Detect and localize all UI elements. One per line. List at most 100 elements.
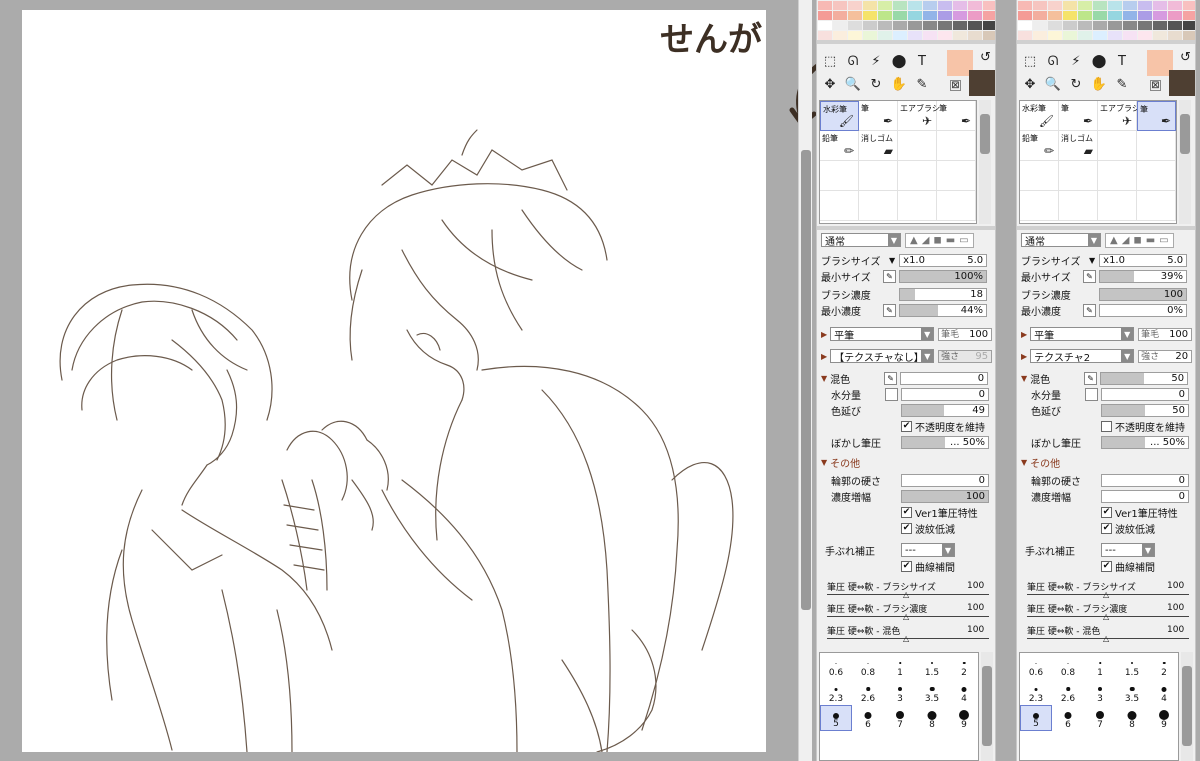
palette-swatch[interactable] <box>1063 21 1077 30</box>
brush-slot-empty[interactable] <box>1137 191 1176 221</box>
brush-size-option[interactable]: 4 <box>1148 679 1178 705</box>
palette-swatch[interactable] <box>1168 21 1182 30</box>
curve-interpolation-checkbox[interactable]: ✔ <box>901 560 912 572</box>
slider-marker-icon[interactable]: △ <box>1103 590 1109 599</box>
brush-density-slider[interactable]: 100 <box>1099 287 1187 301</box>
size-grid-scrollbar[interactable] <box>981 652 993 761</box>
palette-swatch[interactable] <box>1123 21 1137 30</box>
brush-slot-empty[interactable] <box>1020 161 1059 191</box>
pressure-icon[interactable]: ✎ <box>883 303 896 317</box>
brush-slot-pen[interactable]: 筆 ✒ <box>937 101 976 131</box>
palette-swatch[interactable] <box>983 21 995 30</box>
texture-select[interactable]: 【テクスチャなし】 ▼ <box>830 349 935 364</box>
palette-swatch[interactable] <box>1093 1 1107 10</box>
text-tool-icon[interactable]: T <box>1111 50 1133 72</box>
panel-divider[interactable] <box>1017 40 1195 44</box>
collapse-icon[interactable]: ▼ <box>1021 374 1027 383</box>
expand-icon[interactable]: ▶ <box>821 352 827 361</box>
brush-slot-empty[interactable] <box>937 161 976 191</box>
palette-swatch[interactable] <box>818 31 832 40</box>
brush-size-option[interactable]: 2 <box>948 653 978 679</box>
magic-wand-icon[interactable]: ⚡ <box>1065 50 1087 72</box>
slider-marker-icon[interactable]: △ <box>1103 612 1109 621</box>
lasso-icon[interactable]: ᘏ <box>1042 50 1064 72</box>
swap-colors-icon[interactable]: ↺ <box>1180 50 1191 65</box>
palette-swatch[interactable] <box>1048 31 1062 40</box>
brush-slot-empty[interactable] <box>1137 161 1176 191</box>
pressure-icon[interactable]: ✎ <box>1084 371 1098 385</box>
slider-marker-icon[interactable]: △ <box>1103 634 1109 643</box>
palette-swatch[interactable] <box>863 1 877 10</box>
palette-swatch[interactable] <box>1093 31 1107 40</box>
palette-swatch[interactable] <box>968 21 982 30</box>
color-extension-slider[interactable]: 50 <box>1101 403 1189 417</box>
expand-icon[interactable]: ▶ <box>821 330 827 339</box>
min-density-slider[interactable]: 44% <box>899 303 987 317</box>
palette-swatch[interactable] <box>983 1 995 10</box>
pressure-icon[interactable]: ✎ <box>1083 303 1096 317</box>
brush-slot-empty[interactable] <box>859 161 898 191</box>
palette-swatch[interactable] <box>1033 11 1047 20</box>
mix-slider[interactable]: 0 <box>900 371 989 385</box>
hand-icon[interactable]: ✋ <box>1088 73 1110 95</box>
density-gain-slider[interactable]: 0 <box>1101 489 1189 503</box>
rect-select-icon[interactable]: ⬚ <box>1019 50 1041 72</box>
palette-swatch[interactable] <box>1183 31 1195 40</box>
palette-swatch[interactable] <box>1018 31 1032 40</box>
palette-swatch[interactable] <box>1153 11 1167 20</box>
color-palette[interactable] <box>1017 0 1195 40</box>
brush-slot-empty[interactable] <box>898 191 937 221</box>
slider-marker-icon[interactable]: △ <box>903 612 909 621</box>
slider-marker-icon[interactable]: △ <box>903 590 909 599</box>
brush-size-option[interactable]: 0.6 <box>1020 653 1052 679</box>
brush-size-option[interactable]: 0.6 <box>820 653 852 679</box>
expand-icon[interactable]: ▶ <box>1021 330 1027 339</box>
brush-size-option[interactable]: 2.3 <box>820 679 852 705</box>
palette-swatch[interactable] <box>923 31 937 40</box>
bristle-field[interactable]: 筆毛 100 <box>938 327 993 341</box>
brush-size-option[interactable]: 0.8 <box>1052 653 1084 679</box>
brush-slot-empty[interactable] <box>1098 161 1137 191</box>
hand-shape-icon[interactable]: ⬤ <box>888 50 910 72</box>
brush-shape-select[interactable]: 平筆 ▼ <box>830 327 935 342</box>
palette-swatch[interactable] <box>1183 1 1195 10</box>
palette-swatch[interactable] <box>938 1 952 10</box>
color-palette[interactable] <box>817 0 995 40</box>
brush-size-option[interactable]: 9 <box>948 705 978 731</box>
collapse-icon[interactable]: ▼ <box>821 458 827 467</box>
palette-swatch[interactable] <box>833 21 847 30</box>
brush-size-option[interactable]: 4 <box>948 679 978 705</box>
slider-marker-icon[interactable]: △ <box>903 634 909 643</box>
brush-slot-pencil[interactable]: 鉛筆 ✏ <box>820 131 859 161</box>
zoom-icon[interactable]: 🔍 <box>1042 73 1064 95</box>
palette-swatch[interactable] <box>818 1 832 10</box>
palette-swatch[interactable] <box>1048 1 1062 10</box>
panel-divider[interactable] <box>817 226 995 230</box>
pressure-icon[interactable]: ✎ <box>1083 269 1096 283</box>
move-icon[interactable]: ✥ <box>1019 73 1041 95</box>
brush-size-option[interactable]: 1 <box>1084 653 1116 679</box>
palette-swatch[interactable] <box>833 11 847 20</box>
brush-size-field[interactable]: x1.0 5.0 <box>1099 253 1188 267</box>
zoom-icon[interactable]: 🔍 <box>842 73 864 95</box>
palette-swatch[interactable] <box>1168 31 1182 40</box>
drawing-canvas[interactable] <box>22 10 766 752</box>
brush-size-option[interactable]: 3.5 <box>916 679 948 705</box>
palette-swatch[interactable] <box>1033 1 1047 10</box>
ver1-pressure-checkbox[interactable]: ✔ <box>1101 506 1112 518</box>
brush-size-option[interactable]: 1.5 <box>916 653 948 679</box>
palette-swatch[interactable] <box>1033 31 1047 40</box>
palette-swatch[interactable] <box>1138 31 1152 40</box>
palette-swatch[interactable] <box>878 1 892 10</box>
blend-mode-select[interactable]: 通常 ▼ <box>821 233 901 248</box>
palette-swatch[interactable] <box>818 21 832 30</box>
brush-slot-empty[interactable] <box>820 161 859 191</box>
brush-size-option[interactable]: 3 <box>1084 679 1116 705</box>
palette-swatch[interactable] <box>938 21 952 30</box>
brush-slot-empty[interactable] <box>1137 131 1176 161</box>
palette-swatch[interactable] <box>1078 1 1092 10</box>
palette-swatch[interactable] <box>1183 21 1195 30</box>
min-size-slider[interactable]: 39% <box>1099 269 1187 283</box>
palette-swatch[interactable] <box>1153 31 1167 40</box>
move-icon[interactable]: ✥ <box>819 73 841 95</box>
